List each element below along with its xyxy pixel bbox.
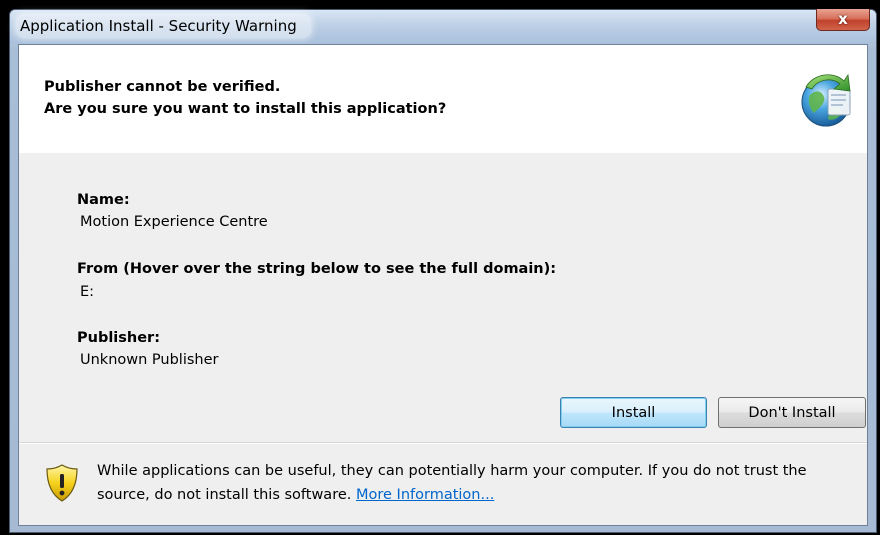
publisher-label: Publisher: (77, 330, 161, 346)
heading-publisher-not-verified: Publisher cannot be verified. (44, 79, 281, 95)
globe-install-icon (801, 73, 851, 127)
dont-install-button[interactable]: Don't Install (718, 397, 866, 428)
more-information-link[interactable]: More Information... (356, 487, 494, 503)
heading-install-question: Are you sure you want to install this ap… (44, 101, 447, 117)
title-bar[interactable]: Application Install - Security Warning x (10, 9, 876, 44)
close-icon: x (838, 10, 848, 28)
warning-shield-icon (46, 464, 78, 502)
security-warning-dialog: Application Install - Security Warning x… (9, 9, 877, 533)
from-value[interactable]: E: (80, 284, 94, 300)
name-label: Name: (77, 192, 130, 208)
install-button[interactable]: Install (560, 397, 707, 428)
warning-footer: While applications can be useful, they c… (19, 444, 867, 525)
name-value: Motion Experience Centre (80, 214, 268, 230)
window-title: Application Install - Security Warning (16, 14, 311, 38)
from-label: From (Hover over the string below to see… (77, 261, 557, 277)
dialog-header: Publisher cannot be verified. Are you su… (19, 45, 867, 153)
close-button[interactable]: x (816, 9, 870, 31)
dialog-body: Publisher cannot be verified. Are you su… (18, 44, 868, 526)
application-details: Name: Motion Experience Centre From (Hov… (19, 153, 867, 443)
publisher-value: Unknown Publisher (80, 352, 219, 368)
warning-message: While applications can be useful, they c… (97, 459, 857, 507)
